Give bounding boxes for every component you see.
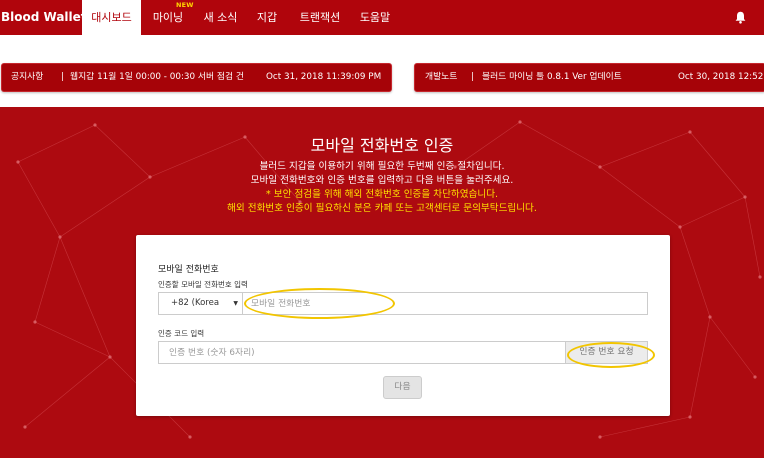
notice-devnote[interactable]: 개발노트 | 블러드 마이닝 툴 0.8.1 Ver 업데이트 Oct 30, … [414,63,764,92]
notice-separator: | [61,72,64,82]
tab-dashboard[interactable]: 대시보드 [82,0,141,35]
notice-date: Oct 30, 2018 12:52 [678,72,764,82]
notice-separator: | [471,72,474,82]
phone-verification-card: 모바일 전화번호 인증할 모바일 전화번호 입력 +82 (Korea ▼ 인증… [136,235,670,416]
tab-news[interactable]: 새 소식 [197,0,244,35]
request-code-button[interactable]: 인증 번호 요청 [565,341,648,364]
tab-transactions[interactable]: 트랜잭션 [292,0,348,35]
notice-text[interactable]: 블러드 마이닝 툴 0.8.1 Ver 업데이트 [482,64,622,91]
phone-label: 인증할 모바일 전화번호 입력 [158,280,248,289]
verification-code-input[interactable] [158,341,566,364]
country-code-select[interactable]: +82 (Korea ▼ [158,292,243,315]
tab-wallet[interactable]: 지갑 [250,0,284,35]
hero-description-2: 모바일 전화번호와 인증 번호를 입력하고 다음 버튼을 눌러주세요. [250,175,514,186]
brand-logo[interactable]: Blood Wallet [0,0,87,35]
top-navbar: Blood Wallet 대시보드 마이닝 NEW 새 소식 지갑 트랜잭션 도… [0,0,764,35]
hero-warning-1: * 보안 점검을 위해 해외 전화번호 인증을 차단하였습니다. [265,189,499,200]
notice-category: 공지사항 [11,72,44,82]
notice-date: Oct 31, 2018 11:39:09 PM [266,72,382,82]
section-title: 모바일 전화번호 [158,265,219,275]
code-label: 인증 코드 입력 [158,329,205,338]
notice-text[interactable]: 웹지갑 11월 1일 00:00 - 00:30 서버 점검 건 [70,64,244,91]
dropdown-caret-icon: ▼ [233,300,238,307]
phone-number-input[interactable] [242,292,648,315]
tab-help[interactable]: 도움말 [354,0,396,35]
hero-description-1: 블러드 지갑을 이용하기 위해 필요한 두번째 인증 절차입니다. [259,161,505,172]
hero-warning-2: 해외 전화번호 인증이 필요하신 분은 카페 또는 고객센터로 문의부탁드립니다… [227,203,537,214]
next-button[interactable]: 다음 [383,376,422,399]
notice-announcement[interactable]: 공지사항 | 웹지갑 11월 1일 00:00 - 00:30 서버 점검 건 … [1,63,392,92]
new-badge: NEW [176,1,194,9]
notice-category: 개발노트 [425,72,458,82]
page-title: 모바일 전화번호 인증 [310,136,454,155]
country-code-value: +82 (Korea [171,298,220,308]
bell-icon[interactable] [735,11,746,24]
